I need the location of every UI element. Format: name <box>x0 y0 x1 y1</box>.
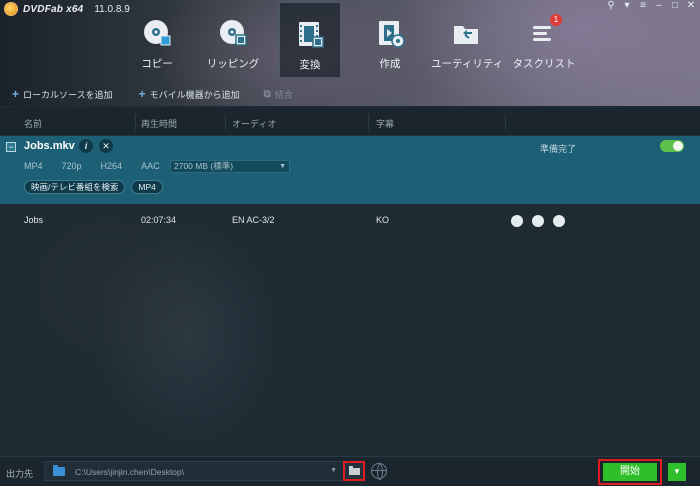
main-nav: コピー リッピング 変換 作成 ユーティリティ 1 タスクリスト <box>0 0 700 80</box>
output-path-text: C:\Users\jinjin.chen\Desktop\ <box>75 467 185 477</box>
utility-folder-icon <box>454 26 478 44</box>
col-audio[interactable]: オーディオ <box>232 117 276 130</box>
col-playtime[interactable]: 再生時間 <box>141 117 177 130</box>
nav-tasklist[interactable]: 1 タスクリスト <box>510 2 578 78</box>
chevron-down-icon[interactable]: ▼ <box>330 467 337 474</box>
col-name[interactable]: 名前 <box>24 117 42 130</box>
nav-utility-label: ユーティリティ <box>431 58 504 70</box>
nav-copy-label: コピー <box>141 58 173 70</box>
column-divider <box>368 114 369 130</box>
track-duration: 02:07:34 <box>141 215 177 225</box>
merge-icon: ⧉ <box>263 88 271 100</box>
disc-rip-icon <box>220 20 247 46</box>
play-icon[interactable]: ▶ <box>511 215 523 227</box>
folder-open-icon <box>349 466 360 475</box>
spec-format: MP4 <box>24 161 43 171</box>
spec-video-codec: H264 <box>100 161 123 171</box>
nav-ripping[interactable]: リッピング <box>200 2 266 78</box>
film-convert-icon <box>299 22 324 48</box>
enable-toggle[interactable] <box>660 140 684 152</box>
disc-copy-icon <box>144 20 171 46</box>
output-path-field[interactable]: C:\Users\jinjin.chen\Desktop\ ▼ <box>44 461 344 481</box>
nav-convert-label: 変換 <box>299 59 321 71</box>
footer-bar: 出力先 C:\Users\jinjin.chen\Desktop\ ▼ 開始 ▼ <box>0 456 700 486</box>
track-audio[interactable]: EN AC-3/2 <box>232 215 275 225</box>
trim-icon[interactable]: ✂ <box>532 215 544 227</box>
add-local-source-label: ローカルソースを追加 <box>23 89 113 100</box>
size-select[interactable]: 2700 MB (標準) ▼ <box>170 160 290 173</box>
file-name: Jobs.mkv <box>24 140 75 152</box>
add-local-source-button[interactable]: + ローカルソースを追加 <box>12 87 113 101</box>
output-label: 出力先 <box>6 469 34 479</box>
film-create-icon <box>379 21 405 48</box>
spec-audio-codec: AAC <box>141 161 160 171</box>
nav-convert[interactable]: 変換 <box>279 2 341 78</box>
search-metadata-button[interactable]: 映画/テレビ番組を検索 <box>24 180 126 194</box>
tasklist-count-badge: 1 <box>550 14 562 26</box>
chevron-down-icon: ▼ <box>279 163 286 170</box>
size-value: 2700 MB (標準) <box>174 161 234 171</box>
start-highlight: 開始 <box>598 459 662 485</box>
column-divider <box>135 114 136 130</box>
nav-create-label: 作成 <box>379 58 401 70</box>
plus-icon: + <box>12 87 20 101</box>
nav-copy[interactable]: コピー <box>124 2 190 78</box>
spec-resolution: 720p <box>61 161 82 171</box>
start-options-dropdown[interactable]: ▼ <box>668 463 686 481</box>
table-row[interactable]: Jobs 02:07:34 EN AC-3/2 KO ▶ ✂ ✎ <box>0 208 700 230</box>
merge-label: 結合 <box>274 89 293 100</box>
profile-format-button[interactable]: MP4 <box>131 180 163 194</box>
folder-icon <box>53 465 65 476</box>
collapse-icon[interactable]: − <box>6 142 16 152</box>
nav-create[interactable]: 作成 <box>357 2 423 78</box>
output-specs: MP4 720p H264 AAC <box>24 161 179 171</box>
col-subtitle[interactable]: 字幕 <box>376 117 394 130</box>
header: DVDFab x64 11.0.8.9 ⚲ ▾ ≡ – □ ✕ コピー リッピン… <box>0 0 700 106</box>
nav-tasklist-label: タスクリスト <box>512 58 576 70</box>
profile-chips: 映画/テレビ番組を検索 MP4 <box>24 180 163 194</box>
track-subtitle[interactable]: KO <box>376 215 389 225</box>
globe-icon[interactable] <box>371 463 387 480</box>
browse-folder-button[interactable] <box>343 461 365 481</box>
column-header: 名前 再生時間 オーディオ 字幕 <box>0 108 700 136</box>
source-list: − Jobs.mkv i ✕ 準備完了 MP4 720p H264 AAC 27… <box>0 136 700 456</box>
add-mobile-label: モバイル機器から追加 <box>149 89 240 100</box>
track-title: Jobs <box>24 215 44 225</box>
file-title-row: − Jobs.mkv i ✕ 準備完了 MP4 720p H264 AAC 27… <box>0 136 700 204</box>
info-icon[interactable]: i <box>79 139 93 153</box>
edit-icon[interactable]: ✎ <box>553 215 565 227</box>
nav-ripping-label: リッピング <box>206 58 260 70</box>
column-divider <box>505 114 506 130</box>
status-text: 準備完了 <box>540 144 577 154</box>
add-mobile-button[interactable]: + モバイル機器から追加 <box>139 87 240 101</box>
remove-icon[interactable]: ✕ <box>99 139 113 153</box>
merge-button[interactable]: ⧉ 結合 <box>264 88 293 101</box>
nav-utility[interactable]: ユーティリティ <box>431 2 504 78</box>
sub-toolbar: + ローカルソースを追加 + モバイル機器から追加 ⧉ 結合 <box>0 84 700 104</box>
start-button[interactable]: 開始 <box>603 463 657 481</box>
plus-icon: + <box>138 87 146 101</box>
column-divider <box>225 114 226 130</box>
